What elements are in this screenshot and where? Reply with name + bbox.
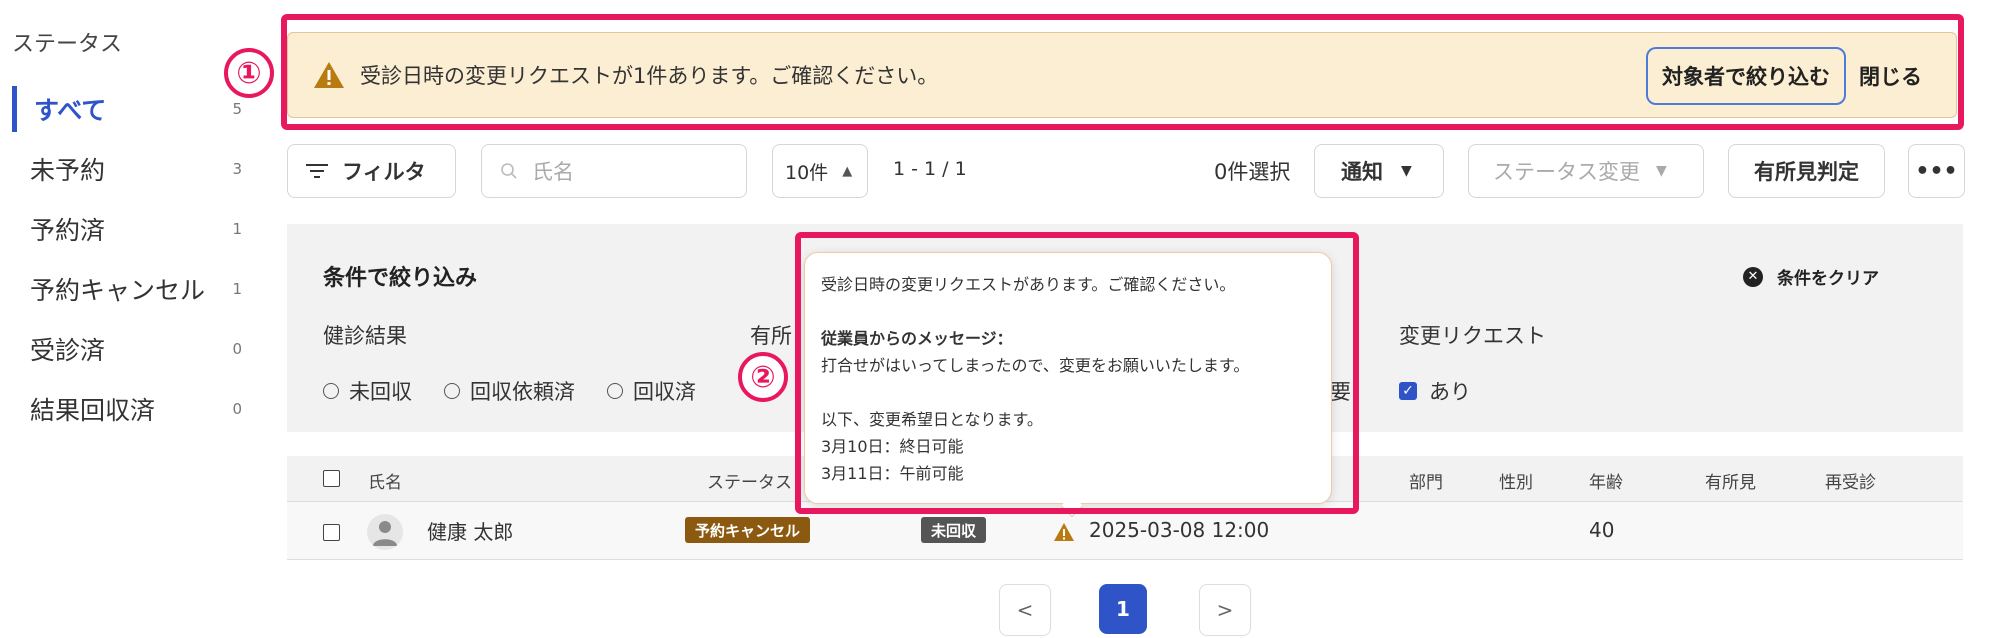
header-age: 年齢: [1589, 473, 1623, 493]
tooltip-line: 受診日時の変更リクエストがあります。ご確認ください。: [821, 275, 1236, 294]
option-label: 回収済: [633, 380, 696, 404]
change-request-banner: 受診日時の変更リクエストが1件あります。ご確認ください。 対象者で絞り込む 閉じ…: [287, 32, 1957, 118]
checkbox-change-request[interactable]: ✓ あり: [1399, 376, 1471, 406]
selected-count: 0件選択: [1214, 160, 1291, 184]
sidebar-item-unreserved[interactable]: 未予約 3: [12, 146, 252, 192]
clear-label: 条件をクリア: [1777, 269, 1879, 289]
caret-down-icon: ▼: [1401, 163, 1412, 179]
sidebar-item-count: 1: [232, 220, 242, 238]
tooltip-spacer: [821, 379, 1315, 406]
sidebar-item-reserved[interactable]: 予約済 1: [12, 206, 252, 252]
page-1-button[interactable]: 1: [1099, 584, 1147, 634]
filter-label: フィルタ: [342, 160, 426, 184]
tooltip-line: 打合せがはいってしまったので、変更をお願いいたします。: [821, 356, 1250, 375]
sidebar-item-count: 0: [232, 340, 242, 358]
option-label: 回収依頼済: [470, 380, 575, 404]
sidebar-item-label: 受診済: [30, 336, 106, 365]
findings-judge-button[interactable]: 有所見判定: [1728, 144, 1885, 198]
notify-label: 通知: [1341, 160, 1383, 184]
name-search-input[interactable]: 氏名: [481, 144, 747, 198]
clear-conditions-button[interactable]: ✕ 条件をクリア: [1743, 264, 1879, 289]
select-all-checkbox[interactable]: [323, 470, 340, 487]
avatar: [367, 514, 403, 550]
close-circle-icon: ✕: [1743, 266, 1763, 287]
tooltip-line: 以下、変更希望日となります。: [821, 410, 1043, 429]
sidebar-item-count: 1: [232, 280, 242, 298]
header-recheck: 再受診: [1825, 473, 1876, 493]
updown-icon: ▲: [842, 163, 853, 179]
sidebar-item-count: 0: [232, 400, 242, 418]
change-request-group-label: 変更リクエスト: [1399, 324, 1546, 348]
status-badge: 予約キャンセル: [685, 517, 811, 543]
sidebar-item-label: すべて: [34, 96, 107, 125]
filter-button[interactable]: フィルタ: [287, 144, 456, 198]
sidebar-item-examined[interactable]: 受診済 0: [12, 326, 252, 372]
radio-icon: [607, 383, 623, 399]
status-change-placeholder: ステータス変更: [1493, 160, 1640, 184]
sidebar-item-label: 予約キャンセル: [30, 276, 206, 305]
radio-icon: [444, 383, 460, 399]
sidebar-item-label: 予約済: [30, 216, 106, 245]
header-gender: 性別: [1499, 473, 1533, 493]
more-options-button[interactable]: •••: [1908, 144, 1965, 198]
tooltip-spacer: [821, 298, 1315, 325]
filter-panel-title: 条件で絞り込み: [323, 266, 478, 291]
radio-request-sent[interactable]: 回収依頼済: [444, 376, 575, 406]
sidebar-item-cancelled[interactable]: 予約キャンセル 1: [12, 266, 252, 312]
filter-icon: [306, 164, 328, 178]
next-page-button[interactable]: >: [1199, 584, 1251, 636]
annotation-marker-1: ①: [224, 48, 274, 98]
per-page-value: 10件: [785, 161, 829, 184]
annotation-marker-2: ②: [738, 352, 788, 402]
tooltip-line: 3月11日：午前可能: [821, 464, 964, 483]
result-badge: 未回収: [921, 517, 987, 543]
tooltip-line: 3月10日：終日可能: [821, 437, 964, 456]
search-icon: [501, 163, 517, 179]
range-text: 1 - 1 / 1: [893, 158, 967, 180]
header-status: ステータス: [707, 473, 792, 493]
option-label: 未回収: [349, 380, 412, 404]
table-row[interactable]: 健康 太郎 予約キャンセル 未回収 2025-03-08 12:00 40: [287, 502, 1963, 560]
change-request-tooltip: 受診日時の変更リクエストがあります。ご確認ください。 従業員からのメッセージ： …: [804, 252, 1332, 504]
status-change-select[interactable]: ステータス変更 ▼: [1468, 144, 1704, 198]
radio-collected[interactable]: 回収済: [607, 376, 696, 406]
warning-icon: [314, 62, 344, 88]
header-findings: 有所見: [1705, 473, 1756, 493]
findings-group-label: 有所: [750, 324, 792, 348]
row-checkbox[interactable]: [323, 524, 340, 541]
row-datetime: 2025-03-08 12:00: [1089, 518, 1270, 542]
caret-down-icon: ▼: [1656, 163, 1667, 179]
option-label: あり: [1429, 380, 1471, 404]
sidebar-item-label: 未予約: [30, 156, 106, 185]
radio-icon: [323, 383, 339, 399]
row-name[interactable]: 健康 太郎: [427, 516, 513, 545]
sidebar-item-count: 5: [232, 100, 242, 118]
header-name: 氏名: [368, 473, 402, 493]
warning-icon[interactable]: [1053, 522, 1075, 542]
narrow-to-target-button[interactable]: 対象者で絞り込む: [1646, 47, 1846, 105]
sidebar-item-count: 3: [232, 160, 242, 178]
check-icon: ✓: [1399, 382, 1417, 400]
row-age: 40: [1589, 518, 1615, 542]
header-dept: 部門: [1409, 473, 1443, 493]
radio-uncollected[interactable]: 未回収: [323, 376, 412, 406]
close-banner-button[interactable]: 閉じる: [1859, 47, 1922, 105]
search-placeholder: 氏名: [532, 160, 574, 184]
sidebar-item-all[interactable]: すべて 5: [12, 86, 252, 132]
status-sidebar: ステータス すべて 5 未予約 3 予約済 1 予約キャンセル 1 受診済 0 …: [0, 0, 260, 638]
sidebar-item-collected[interactable]: 結果回収済 0: [12, 386, 252, 432]
per-page-select[interactable]: 10件 ▲: [772, 144, 868, 198]
tooltip-heading: 従業員からのメッセージ：: [821, 329, 1013, 348]
person-icon: [373, 521, 397, 546]
sidebar-title: ステータス: [12, 32, 123, 57]
banner-message: 受診日時の変更リクエストが1件あります。ご確認ください。: [360, 64, 939, 88]
result-group-label: 健診結果: [323, 324, 407, 348]
partial-option-label: 要: [1330, 380, 1351, 404]
notify-dropdown[interactable]: 通知 ▼: [1314, 144, 1444, 198]
sidebar-item-label: 結果回収済: [30, 396, 156, 425]
prev-page-button[interactable]: <: [999, 584, 1051, 636]
